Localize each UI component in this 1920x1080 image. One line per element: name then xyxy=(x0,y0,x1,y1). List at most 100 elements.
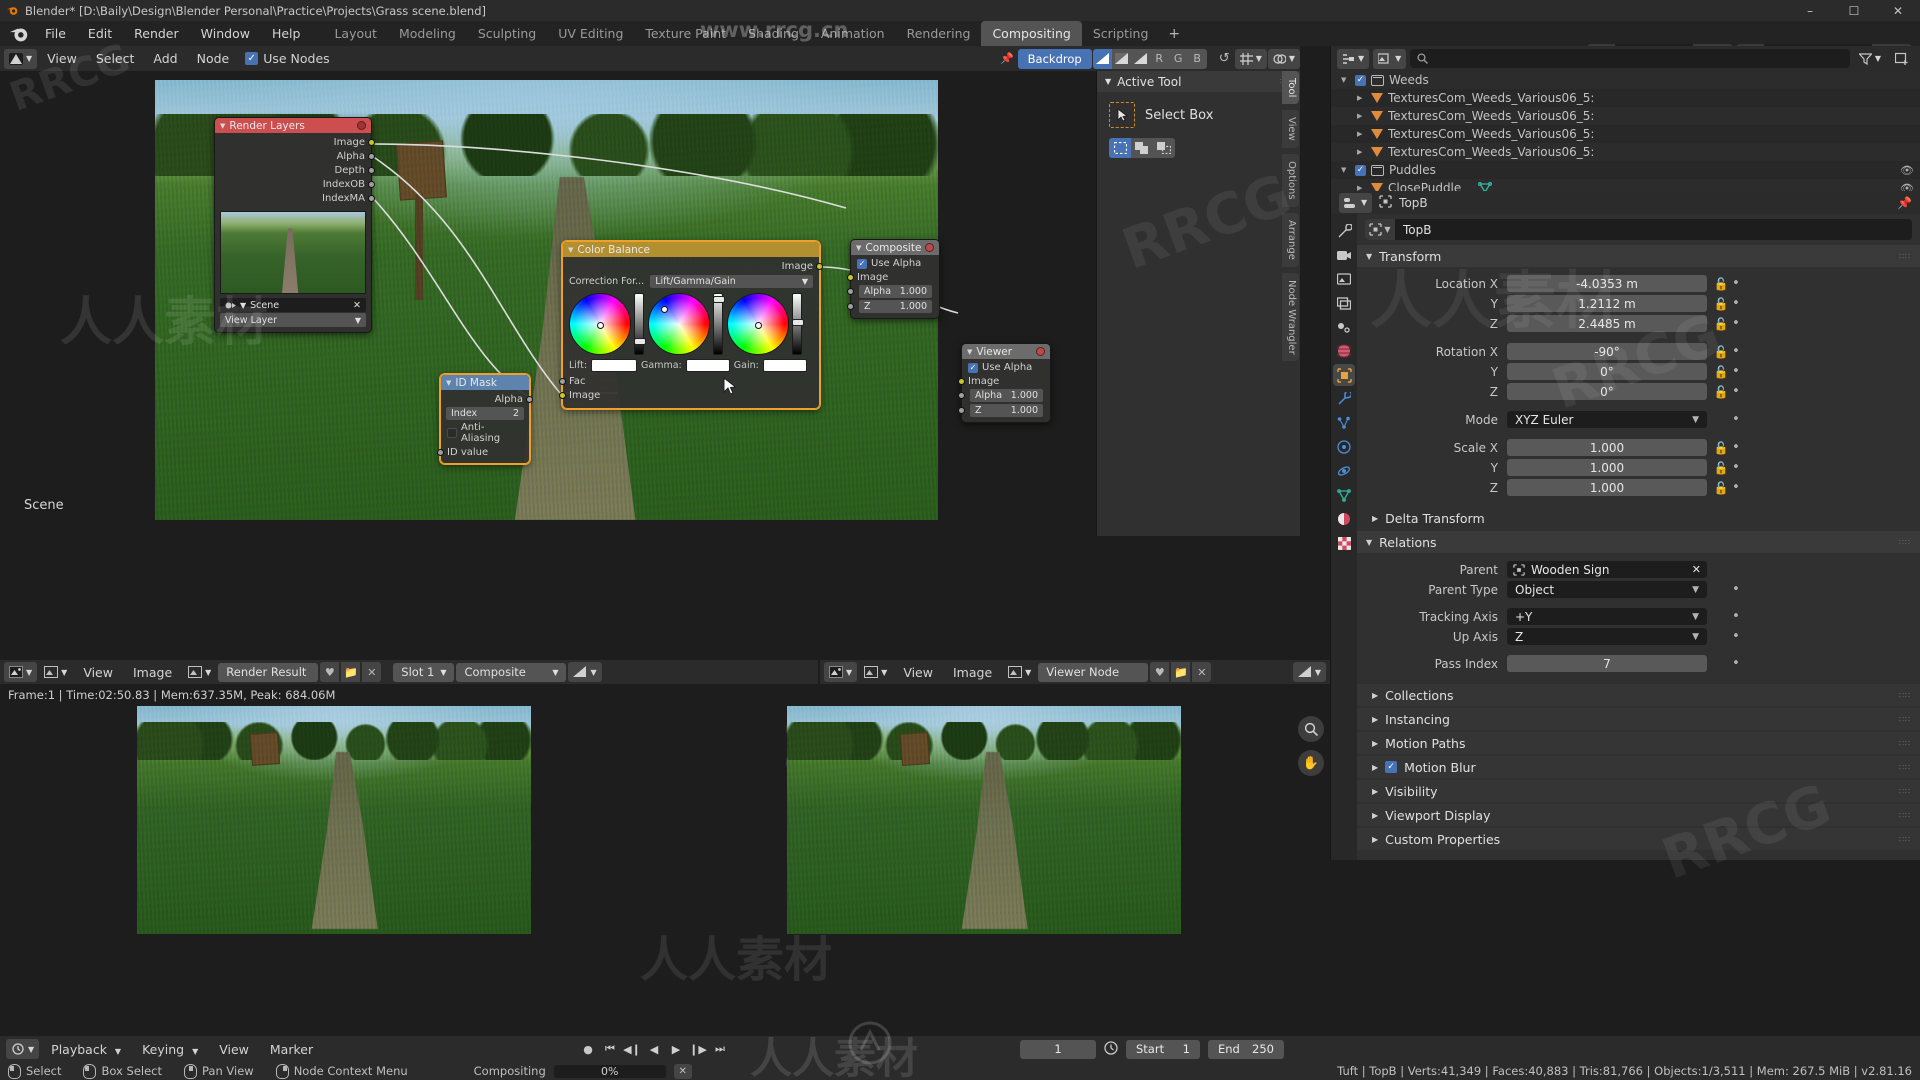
visibility-eye-icon[interactable]: 👁 xyxy=(1900,164,1914,177)
backdrop-button[interactable]: Backdrop xyxy=(1017,48,1092,69)
section-collapse-icon[interactable]: ▼ xyxy=(1366,538,1372,547)
cb-wheel-lift[interactable] xyxy=(569,293,631,355)
node-menu-view[interactable]: View xyxy=(38,48,86,69)
viewer-menu-image[interactable]: Image xyxy=(944,662,1001,683)
properties-tab-texture[interactable] xyxy=(1333,532,1355,554)
proportional-edit-icon[interactable]: ↺ xyxy=(1215,49,1234,69)
workspace-tab-rendering[interactable]: Rendering xyxy=(896,21,982,46)
viewer-use-alpha-toggle[interactable]: ✓ Use Alpha xyxy=(962,361,1050,374)
cb-input-image[interactable]: Image xyxy=(559,388,819,402)
select-mode-set-button[interactable] xyxy=(1109,138,1131,158)
animate-dot-icon[interactable]: • xyxy=(1729,609,1743,624)
prop-value[interactable]: 1.2112 m xyxy=(1507,295,1707,312)
prop-parent[interactable]: Parent Wooden Sign ✕ xyxy=(1357,560,1920,579)
pin-icon[interactable]: 📌 xyxy=(998,49,1017,69)
prop-up-axis[interactable]: Up Axis Z ▼ • xyxy=(1357,627,1920,646)
node-render-layers-header[interactable]: ▼ Render Layers xyxy=(215,118,371,133)
cb-gain-value[interactable] xyxy=(762,359,807,372)
socket-dot-image-in[interactable] xyxy=(559,391,566,399)
node-menu-select[interactable]: Select xyxy=(87,48,144,69)
workspace-tab-animation[interactable]: Animation xyxy=(810,21,896,46)
prop-value-dropdown[interactable]: XYZ Euler ▼ xyxy=(1507,411,1707,428)
unlink-image-icon[interactable]: ✕ xyxy=(362,662,382,682)
lock-icon[interactable]: 🔓 xyxy=(1713,441,1729,455)
previous-keyframe-icon[interactable]: ◀❙ xyxy=(622,1039,642,1059)
chevron-down-icon[interactable]: ▼ xyxy=(1692,415,1699,425)
lock-icon[interactable]: 🔓 xyxy=(1713,365,1729,379)
select-mode-extend-button[interactable] xyxy=(1131,138,1153,158)
cb-slider-lift-handle[interactable] xyxy=(634,338,646,345)
select-mode-subtract-button[interactable] xyxy=(1153,138,1175,158)
prop-value[interactable]: 1.000 xyxy=(1507,459,1707,476)
section-expand-icon[interactable]: ▶ xyxy=(1372,739,1378,748)
workspace-tab-sculpting[interactable]: Sculpting xyxy=(467,21,547,46)
animate-dot-icon[interactable]: • xyxy=(1729,364,1743,379)
animate-dot-icon[interactable]: • xyxy=(1729,316,1743,331)
open-image-icon[interactable]: 📁 xyxy=(1171,662,1191,682)
properties-tab-output[interactable] xyxy=(1333,268,1355,290)
outliner-filter-button[interactable]: ▼ xyxy=(1854,49,1886,69)
menu-file[interactable]: File xyxy=(34,23,77,44)
lock-icon[interactable]: 🔓 xyxy=(1713,317,1729,331)
outliner-row-mesh-4[interactable]: ▶ TexturesCom_Weeds_Various06_5: xyxy=(1331,143,1920,161)
properties-tab-modifiers[interactable] xyxy=(1333,388,1355,410)
blender-menu-icon[interactable] xyxy=(8,23,30,45)
node-collapse-icon[interactable]: ▼ xyxy=(220,122,225,130)
animate-dot-icon[interactable]: • xyxy=(1729,656,1743,671)
socket-dot-image[interactable] xyxy=(847,273,854,281)
panel-grip-icon[interactable]: ∷∷ xyxy=(1899,252,1911,261)
lock-icon[interactable]: 🔓 xyxy=(1713,277,1729,291)
prop-rotation-mode[interactable]: Mode XYZ Euler ▼ • xyxy=(1357,410,1920,429)
lock-icon[interactable]: 🔓 xyxy=(1713,297,1729,311)
chevron-down-icon[interactable]: ▼ xyxy=(1692,632,1699,642)
jump-end-icon[interactable]: ⏭ xyxy=(710,1039,730,1059)
section-header-motion-paths[interactable]: ▶ Motion Paths ∷∷ xyxy=(1357,732,1920,754)
workspace-tab-shading[interactable]: Shading xyxy=(737,21,810,46)
prop-value[interactable]: -90° xyxy=(1507,343,1707,360)
socket-dot-indexob[interactable] xyxy=(368,180,375,188)
prop-parent-type-dropdown[interactable]: Object ▼ xyxy=(1507,581,1707,598)
properties-tab-physics[interactable] xyxy=(1333,436,1355,458)
expand-icon[interactable]: ▶ xyxy=(1357,112,1366,120)
chevron-down-icon[interactable]: ▼ xyxy=(802,277,808,286)
panel-grip-icon[interactable]: ∷∷ xyxy=(1899,739,1911,748)
properties-tab-object[interactable] xyxy=(1333,364,1355,386)
node-socket-indexob[interactable]: IndexOB xyxy=(215,177,375,191)
cb-wheel-gamma-group[interactable] xyxy=(648,293,725,355)
node-socket-alpha[interactable]: Alpha xyxy=(215,149,375,163)
prop-tracking-axis-dropdown[interactable]: +Y ▼ xyxy=(1507,608,1707,625)
render-menu-view[interactable]: View xyxy=(74,662,122,683)
viewer-display-channels-selector[interactable]: ▼ xyxy=(1292,662,1326,682)
properties-tab-data[interactable] xyxy=(1333,484,1355,506)
node-sidebar-tab-options[interactable]: Options xyxy=(1282,154,1299,207)
timeline-editor-type-selector[interactable]: ▼ xyxy=(6,1039,40,1059)
section-expand-icon[interactable]: ▶ xyxy=(1372,835,1378,844)
section-header-delta-transform[interactable]: ▶ Delta Transform xyxy=(1357,507,1920,529)
composite-input-z[interactable]: Z 1.000 xyxy=(847,299,939,314)
node-sidebar-tab-tool[interactable]: Tool xyxy=(1282,71,1299,105)
cb-correction-row[interactable]: Correction For... Lift/Gamma/Gain ▼ xyxy=(563,273,819,291)
animate-dot-icon[interactable]: • xyxy=(1729,296,1743,311)
use-nodes-checkbox[interactable]: ✓ xyxy=(245,52,259,65)
record-keyframe-icon[interactable]: ● xyxy=(578,1039,598,1059)
properties-editor-type-selector[interactable]: ▼ xyxy=(1339,192,1373,213)
prop-parent-field[interactable]: Wooden Sign ✕ xyxy=(1507,561,1707,578)
prop-value[interactable]: 1.000 xyxy=(1507,479,1707,496)
panel-grip-icon[interactable]: ∷∷ xyxy=(1899,691,1911,700)
channel-color-button[interactable] xyxy=(1092,48,1112,69)
cb-wheel-lift-handle[interactable] xyxy=(597,321,604,329)
play-icon[interactable]: ▶ xyxy=(666,1039,686,1059)
section-header-motion-blur[interactable]: ▶ ✓ Motion Blur ∷∷ xyxy=(1357,756,1920,778)
section-header-visibility[interactable]: ▶ Visibility ∷∷ xyxy=(1357,780,1920,802)
chevron-down-icon[interactable]: ▼ xyxy=(355,316,361,325)
cb-wheel-lift-group[interactable] xyxy=(569,293,646,355)
next-keyframe-icon[interactable]: ❙▶ xyxy=(688,1039,708,1059)
prop-scale-y[interactable]: Y 1.000 🔓 • xyxy=(1357,458,1920,477)
panel-grip-icon[interactable]: ∷∷ xyxy=(1899,715,1911,724)
section-expand-icon[interactable]: ▶ xyxy=(1372,514,1378,523)
cb-wheel-gain-handle[interactable] xyxy=(755,321,762,329)
animate-dot-icon[interactable]: • xyxy=(1729,440,1743,455)
prop-location-y[interactable]: Y 1.2112 m 🔓 • xyxy=(1357,294,1920,313)
clear-parent-icon[interactable]: ✕ xyxy=(1692,563,1701,576)
node-menu-add[interactable]: Add xyxy=(144,48,186,69)
